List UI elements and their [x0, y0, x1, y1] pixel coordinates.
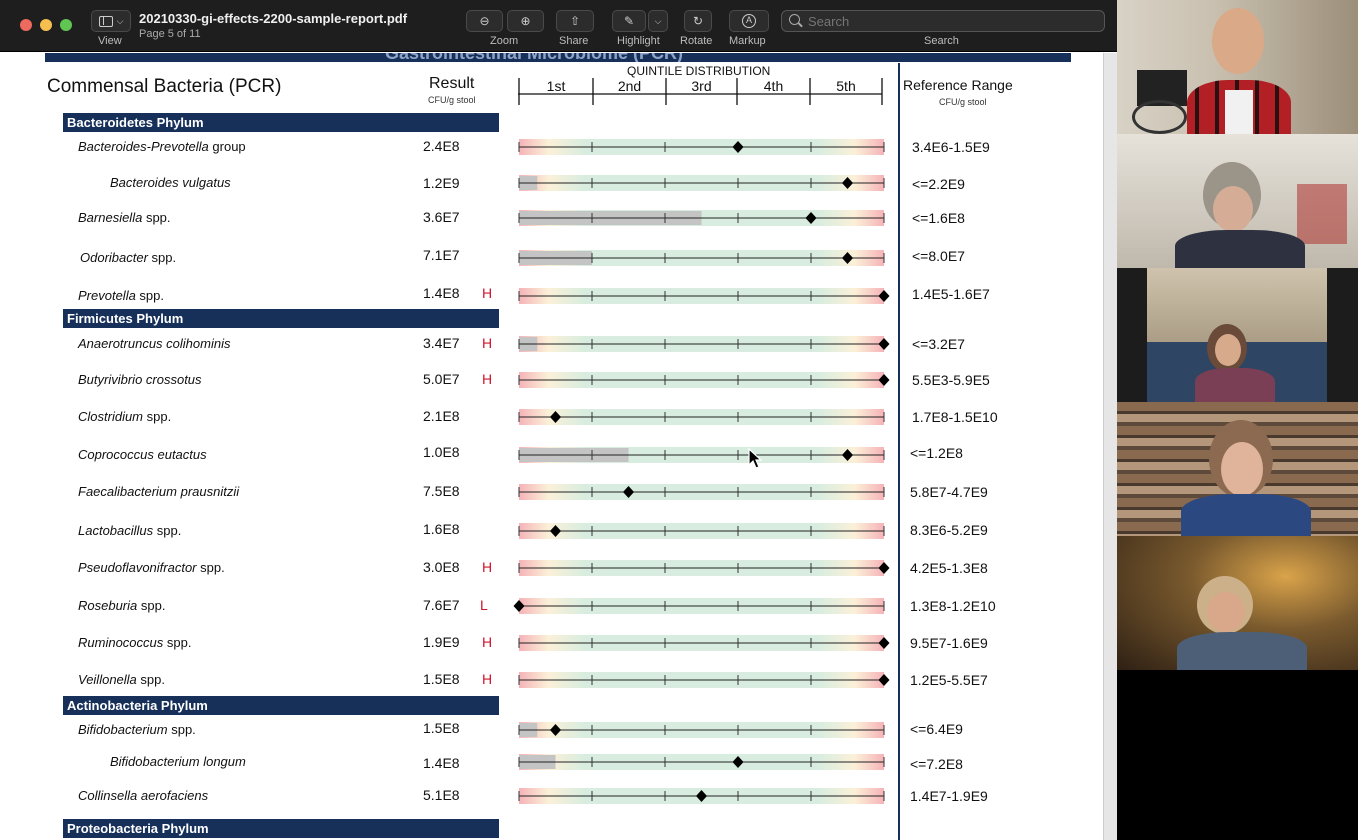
- zoom-label: Zoom: [490, 35, 519, 47]
- share-button[interactable]: ⇧: [556, 10, 594, 32]
- view-label: View: [98, 35, 122, 47]
- video-tile-participant-5[interactable]: [1117, 536, 1358, 670]
- chevron-down-icon: ⌵: [654, 15, 662, 26]
- rotate-button[interactable]: ↻: [684, 10, 712, 32]
- preview-window: ⌵ View 20210330-gi-effects-2200-sample-r…: [0, 0, 1117, 840]
- quintile-label: 1st: [547, 78, 566, 94]
- mouse-cursor-icon: [748, 448, 762, 469]
- quintile-label: 5th: [836, 78, 855, 94]
- video-tile-participant-2[interactable]: [1117, 134, 1358, 268]
- participant-shirt: [1195, 368, 1275, 402]
- zoom-in-button[interactable]: ⊕: [507, 10, 544, 32]
- markup-icon: A: [742, 14, 756, 28]
- participant-face: [1221, 442, 1263, 496]
- zoom-in-icon: ⊕: [520, 14, 531, 28]
- markup-label: Markup: [729, 35, 766, 47]
- participant-face: [1212, 8, 1264, 74]
- share-icon: ⇧: [569, 14, 581, 28]
- rotate-icon: ↻: [692, 14, 704, 28]
- rotate-label: Rotate: [680, 35, 713, 47]
- participant-face: [1215, 334, 1241, 366]
- sidebar-icon: [98, 15, 113, 27]
- background-bicycle: [1132, 100, 1187, 134]
- quintile-label: 3rd: [691, 78, 711, 94]
- page-scroll-edge[interactable]: [1103, 53, 1117, 840]
- participant-shirt: [1181, 494, 1311, 536]
- minimize-window-button[interactable]: [40, 19, 52, 31]
- quintile-chart: 1st 2nd 3rd 4th 5th: [513, 78, 890, 804]
- quintile-label: 4th: [764, 78, 783, 94]
- search-icon: [789, 14, 800, 25]
- video-tile-participant-3[interactable]: [1117, 268, 1358, 402]
- share-label: Share: [559, 35, 589, 47]
- video-tile-participant-1[interactable]: [1117, 0, 1358, 134]
- pen-icon: ✎: [623, 14, 635, 28]
- highlight-options-button[interactable]: ⌵: [648, 10, 668, 32]
- video-tile-participant-4[interactable]: [1117, 402, 1358, 536]
- quintile-label: 2nd: [618, 78, 641, 94]
- zoom-out-icon: ⊖: [479, 14, 490, 28]
- pdf-page[interactable]: Gastrointestinal Microbiome (PCR) Commen…: [0, 53, 1117, 840]
- background-books: [1297, 184, 1347, 244]
- participant-face: [1207, 592, 1245, 632]
- toolbar: ⌵ View 20210330-gi-effects-2200-sample-r…: [0, 0, 1117, 52]
- search-input[interactable]: [781, 10, 1105, 32]
- participant-shirt: [1177, 632, 1307, 670]
- sidebar-toggle-button[interactable]: ⌵: [91, 10, 131, 32]
- participant-undershirt: [1225, 90, 1253, 134]
- document-title: 20210330-gi-effects-2200-sample-report.p…: [139, 11, 408, 26]
- markup-button[interactable]: A: [729, 10, 769, 32]
- empty-tile-area: [1117, 670, 1358, 840]
- fullscreen-window-button[interactable]: [60, 19, 72, 31]
- participant-shirt: [1175, 230, 1305, 268]
- highlight-button[interactable]: ✎: [612, 10, 646, 32]
- page-indicator: Page 5 of 11: [139, 28, 201, 40]
- close-window-button[interactable]: [20, 19, 32, 31]
- participant-face: [1213, 186, 1253, 232]
- highlight-label: Highlight: [617, 35, 660, 47]
- zoom-out-button[interactable]: ⊖: [466, 10, 503, 32]
- chevron-down-icon: ⌵: [116, 15, 124, 26]
- search-label: Search: [924, 35, 959, 47]
